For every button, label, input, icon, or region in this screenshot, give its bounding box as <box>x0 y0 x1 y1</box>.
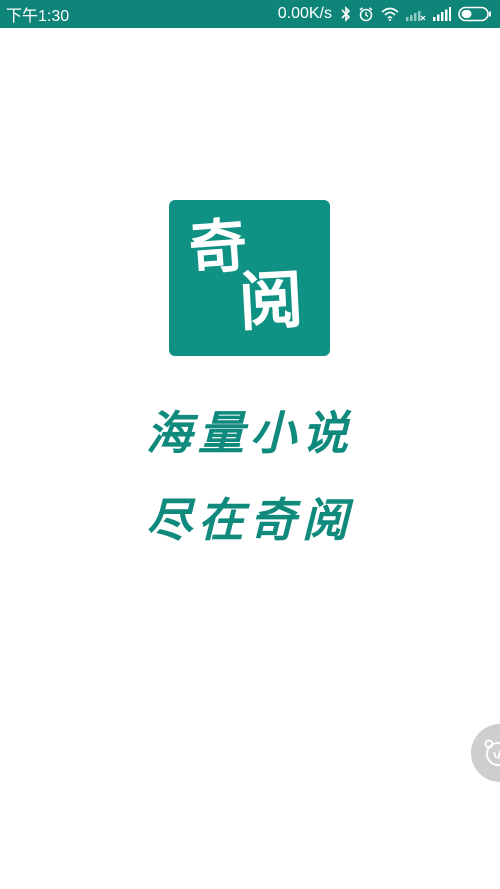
status-left: 下午1:30 <box>6 2 69 26</box>
signal-weak-icon <box>406 7 426 21</box>
app-logo: 奇 阅 <box>169 200 330 356</box>
battery-icon <box>458 6 492 22</box>
logo-char-yue: 阅 <box>237 262 305 341</box>
alarm-icon <box>358 6 374 22</box>
floating-assist-button[interactable] <box>471 724 500 782</box>
wifi-icon <box>381 7 399 21</box>
status-bar: 下午1:30 0.00K/s <box>0 0 500 28</box>
status-time: 下午1:30 <box>6 8 70 25</box>
slogan-line-1: 海量小说 <box>146 406 354 460</box>
network-speed: 0.00K/s <box>277 5 332 22</box>
slogan-line-2: 尽在奇阅 <box>146 493 354 547</box>
status-right: 0.00K/s <box>278 5 492 23</box>
splash-screen: 下午1:30 0.00K/s 奇 阅 海量小说 尽在奇阅 <box>0 0 500 889</box>
signal-icon <box>433 7 451 21</box>
bluetooth-icon <box>341 6 351 22</box>
